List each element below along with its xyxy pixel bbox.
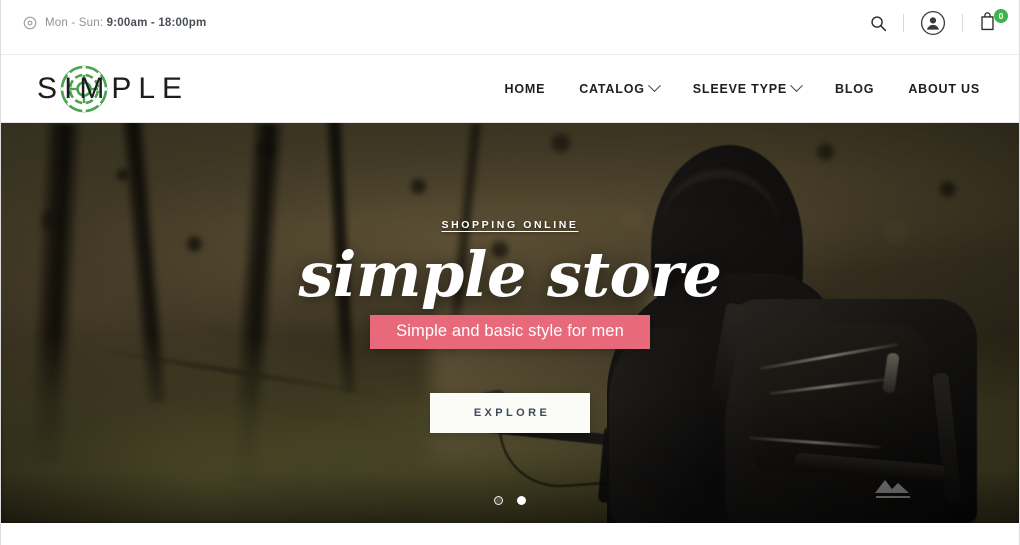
nav-label: ABOUT US [908,81,980,96]
nav-item-home[interactable]: HOME [488,72,563,106]
carousel-dot-1[interactable] [494,496,503,505]
hours-prefix: Mon - Sun: [45,17,104,29]
chevron-down-icon [790,79,803,93]
divider [903,14,904,32]
cart-button[interactable]: 0 [979,9,1008,35]
hero-title: simple store [298,238,722,311]
nav-item-blog[interactable]: BLOG [818,72,891,106]
site-header: SIMPLE HOME CATALOG SLEEVE TYPE BLOG ABO… [1,55,1019,123]
main-navigation: HOME CATALOG SLEEVE TYPE BLOG ABOUT US [488,72,998,106]
logo[interactable]: SIMPLE [37,65,190,112]
opening-hours: Mon - Sun: 9:00am - 18:00pm [23,16,206,38]
search-icon [870,15,887,32]
logo-text: SIMPLE [37,71,190,105]
hero-subtitle: Simple and basic style for men [370,315,650,350]
account-button[interactable] [920,10,946,36]
nav-label: CATALOG [579,81,645,96]
top-bar-actions: 0 [870,9,1008,44]
shopping-bag-icon [979,12,996,35]
hero-eyebrow: SHOPPING ONLINE [441,219,579,231]
nav-item-sleeve-type[interactable]: SLEEVE TYPE [676,72,818,106]
nav-item-catalog[interactable]: CATALOG [562,72,676,106]
page-body-spacer [1,523,1019,545]
divider [962,14,963,32]
nav-label: HOME [504,81,546,96]
cart-count-badge: 0 [994,9,1008,23]
carousel-dot-2[interactable] [517,496,526,505]
user-account-icon [920,10,946,36]
clock-icon [23,16,37,30]
carousel-pagination [1,496,1019,505]
hours-value: 9:00am - 18:00pm [106,17,207,29]
store-page: Mon - Sun: 9:00am - 18:00pm 0 SIMPLE HOM… [0,0,1020,545]
top-utility-bar: Mon - Sun: 9:00am - 18:00pm 0 [1,0,1019,55]
hero-carousel: SHOPPING ONLINE simple store Simple and … [1,123,1019,523]
chevron-down-icon [647,79,661,93]
nav-label: SLEEVE TYPE [692,81,787,96]
opening-hours-text: Mon - Sun: 9:00am - 18:00pm [45,17,206,29]
hero-content: SHOPPING ONLINE simple store Simple and … [1,219,1019,434]
nav-item-about-us[interactable]: ABOUT US [891,72,997,106]
search-button[interactable] [870,15,887,32]
cart-icon-wrapper: 0 [979,9,1008,35]
nav-label: BLOG [835,81,875,96]
explore-button[interactable]: EXPLORE [429,393,591,434]
